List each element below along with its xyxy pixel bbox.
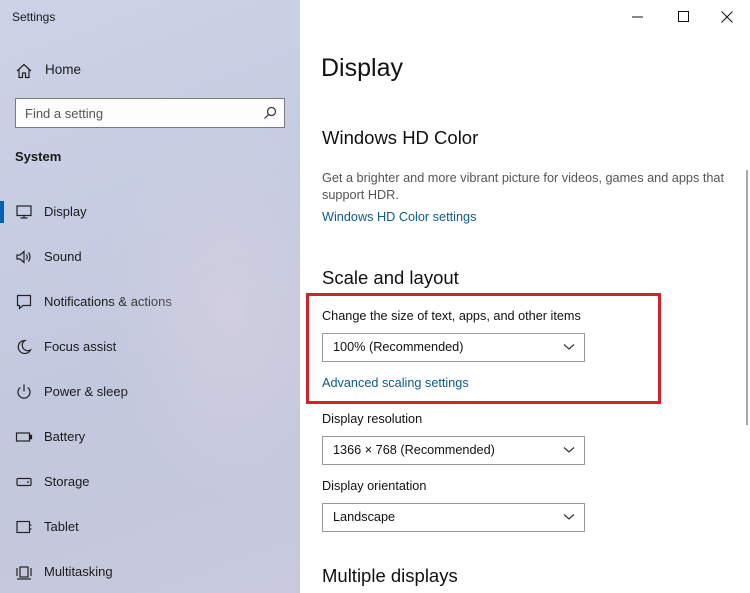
sidebar-item-label: Tablet [44, 519, 79, 534]
scale-size-label: Change the size of text, apps, and other… [322, 309, 581, 323]
hdr-description: Get a brighter and more vibrant picture … [322, 171, 724, 202]
search-input[interactable] [25, 104, 250, 122]
maximize-icon [678, 11, 689, 22]
scale-dropdown[interactable]: 100% (Recommended) [322, 333, 585, 362]
resolution-label: Display resolution [322, 412, 423, 426]
sidebar-item-tablet[interactable]: Tablet [0, 510, 300, 555]
section-label-system: System [15, 149, 62, 164]
nav-home[interactable]: Home [0, 54, 300, 86]
sidebar-item-notifications[interactable]: Notifications & actions [0, 285, 300, 330]
sidebar-item-label: Focus assist [44, 339, 117, 354]
tablet-icon [15, 518, 33, 536]
notification-icon [15, 293, 33, 311]
sidebar-item-label: Sound [44, 249, 82, 264]
sidebar-item-multitasking[interactable]: Multitasking [0, 555, 300, 593]
page-title: Display [321, 54, 403, 82]
sidebar-item-label: Multitasking [44, 564, 113, 579]
minimize-button[interactable] [615, 4, 661, 28]
orientation-label: Display orientation [322, 479, 427, 493]
battery-icon [15, 428, 33, 446]
resolution-dropdown-value: 1366 × 768 (Recommended) [333, 443, 495, 457]
sidebar-item-label: Battery [44, 429, 86, 444]
sidebar: Settings Home System [0, 0, 300, 593]
minimize-icon [632, 16, 643, 18]
sidebar-item-power-sleep[interactable]: Power & sleep [0, 375, 300, 420]
advanced-scaling-link[interactable]: Advanced scaling settings [322, 376, 469, 390]
chevron-down-icon [563, 514, 575, 520]
chevron-down-icon [563, 344, 575, 350]
app-title: Settings [12, 10, 56, 24]
home-icon [15, 62, 33, 80]
multitasking-icon [15, 563, 33, 581]
main-panel: Display Windows HD Color Get a brighter … [300, 0, 750, 593]
sidebar-item-sound[interactable]: Sound [0, 240, 300, 285]
orientation-dropdown[interactable]: Landscape [322, 503, 585, 532]
sidebar-item-label: Storage [44, 474, 90, 489]
resolution-dropdown[interactable]: 1366 × 768 (Recommended) [322, 436, 585, 465]
power-icon [15, 383, 33, 401]
sidebar-item-display[interactable]: Display [0, 195, 300, 240]
sidebar-item-label: Display [44, 204, 87, 219]
nav-home-label: Home [45, 62, 82, 77]
sidebar-item-battery[interactable]: Battery [0, 420, 300, 465]
sidebar-item-storage[interactable]: Storage [0, 465, 300, 510]
close-icon [721, 11, 733, 23]
nav-list: Display Sound Notifications & actions Fo… [0, 195, 300, 593]
chevron-down-icon [563, 447, 575, 453]
scale-dropdown-value: 100% (Recommended) [333, 340, 464, 354]
heading-multiple-displays: Multiple displays [322, 565, 458, 586]
maximize-button[interactable] [661, 4, 707, 28]
sidebar-item-label: Notifications & actions [44, 294, 172, 309]
heading-scale-layout: Scale and layout [322, 267, 459, 288]
sidebar-item-focus-assist[interactable]: Focus assist [0, 330, 300, 375]
orientation-dropdown-value: Landscape [333, 510, 396, 524]
heading-windows-hd-color: Windows HD Color [322, 127, 479, 148]
speaker-icon [15, 248, 33, 266]
hdr-settings-link[interactable]: Windows HD Color settings [322, 210, 476, 224]
search-icon[interactable] [263, 106, 277, 120]
storage-icon [15, 473, 33, 491]
close-button[interactable] [704, 4, 750, 28]
search-box[interactable] [15, 98, 285, 128]
moon-icon [15, 338, 33, 356]
sidebar-item-label: Power & sleep [44, 384, 128, 399]
monitor-icon [15, 203, 33, 221]
scrollbar[interactable] [746, 170, 748, 425]
